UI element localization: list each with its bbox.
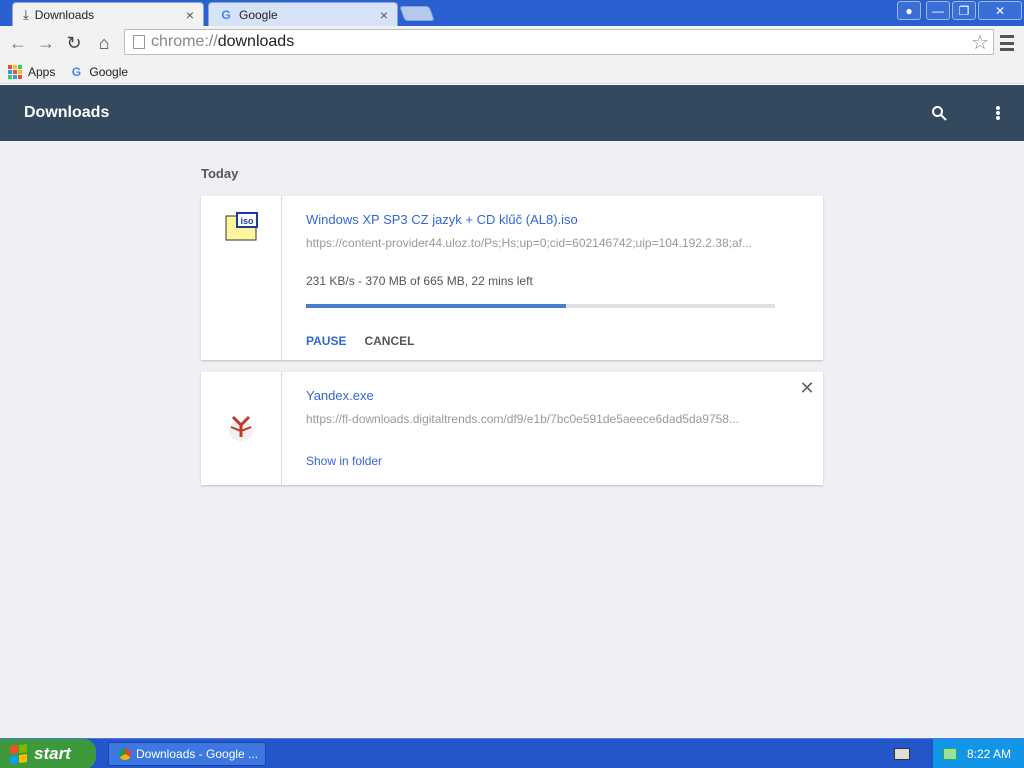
bookmark-label: Google [89,64,129,79]
new-tab-button[interactable] [399,6,435,21]
windows-logo-icon [10,744,28,764]
chrome-icon [119,748,131,760]
remove-download-icon[interactable]: ✕ [799,379,815,397]
system-tray: 8:22 AM [932,739,1024,768]
clock: 8:22 AM [967,747,1012,761]
page-icon [133,35,145,49]
downloads-header: Downloads [0,85,1024,141]
download-card-yandex: Yandex.exe https://fl-downloads.digitalt… [201,372,823,485]
taskbar-item-label: Downloads - Google ... [136,747,259,761]
cancel-button[interactable]: CANCEL [364,334,414,348]
iso-file-icon: iso [225,212,258,241]
pause-button[interactable]: PAUSE [306,334,346,348]
start-button[interactable]: start [0,739,96,768]
reload-icon[interactable]: ↻ [62,31,86,55]
google-icon: G [71,64,82,79]
google-icon: G [221,7,231,22]
taskbar: start Downloads - Google ... 8:22 AM [0,738,1024,768]
show-in-folder-link[interactable]: Show in folder [306,454,775,468]
tab-google[interactable]: G Google × [208,2,398,26]
bookmark-google[interactable]: G Google [69,65,128,79]
url-text[interactable]: chrome://downloads [151,33,971,51]
file-name-link[interactable]: Yandex.exe [306,388,775,403]
network-icon[interactable] [943,748,957,760]
file-icon-column: iso [201,196,282,360]
start-label: start [34,744,71,763]
close-tab-icon[interactable]: × [377,7,391,23]
bookmark-label: Apps [28,64,56,79]
browser-toolbar: ← → ↻ ⌂ chrome://downloads ☆ [0,26,1024,60]
download-actions: PAUSE CANCEL [306,334,775,348]
address-bar[interactable]: chrome://downloads ☆ [124,29,994,55]
more-vert-icon[interactable] [988,103,1008,123]
bookmark-star-icon[interactable]: ☆ [971,30,989,55]
apps-grid-icon [8,64,22,79]
downloads-page: Today iso Windows XP SP3 CZ jazyk + CD k… [0,141,1024,738]
forward-arrow-icon[interactable]: → [34,31,58,55]
download-status: 231 KB/s - 370 MB of 665 MB, 22 mins lef… [306,274,533,288]
download-card-iso: iso Windows XP SP3 CZ jazyk + CD klűč (A… [201,196,823,360]
file-name-link[interactable]: Windows XP SP3 CZ jazyk + CD klűč (AL8).… [306,212,775,227]
tab-label: Google [239,7,278,22]
back-arrow-icon[interactable]: ← [6,31,30,55]
file-icon-column [201,372,282,485]
taskbar-item-chrome[interactable]: Downloads - Google ... [108,742,266,766]
progress-fill [306,304,567,308]
close-window-button[interactable]: ✕ [978,1,1022,20]
file-url[interactable]: https://content-provider44.uloz.to/Ps;Hs… [306,236,775,250]
title-bar: ⤓ Downloads × G Google × ● — ❐ ✕ [0,0,1024,26]
section-heading-today: Today [201,166,239,181]
minimize-button[interactable]: — [926,1,950,20]
tab-label: Downloads [34,7,95,22]
chrome-menu-icon[interactable] [998,33,1016,53]
page-title: Downloads [24,104,110,121]
user-icon[interactable]: ● [897,1,921,20]
download-content: Windows XP SP3 CZ jazyk + CD klűč (AL8).… [306,212,775,348]
bookmark-apps[interactable]: Apps [8,64,56,79]
bookmarks-bar: Apps G Google [0,60,1024,84]
yandex-icon [229,415,253,441]
download-icon: ⤓ [23,6,29,22]
tab-downloads[interactable]: ⤓ Downloads × [12,2,204,26]
home-icon[interactable]: ⌂ [92,31,116,55]
close-tab-icon[interactable]: × [183,7,197,23]
progress-bar [306,304,775,308]
keyboard-icon[interactable] [894,748,910,760]
restore-button[interactable]: ❐ [952,1,976,20]
svg-text:iso: iso [240,216,254,226]
file-url[interactable]: https://fl-downloads.digitaltrends.com/d… [306,412,775,426]
download-content: Yandex.exe https://fl-downloads.digitalt… [306,388,775,468]
search-icon[interactable] [929,103,949,123]
